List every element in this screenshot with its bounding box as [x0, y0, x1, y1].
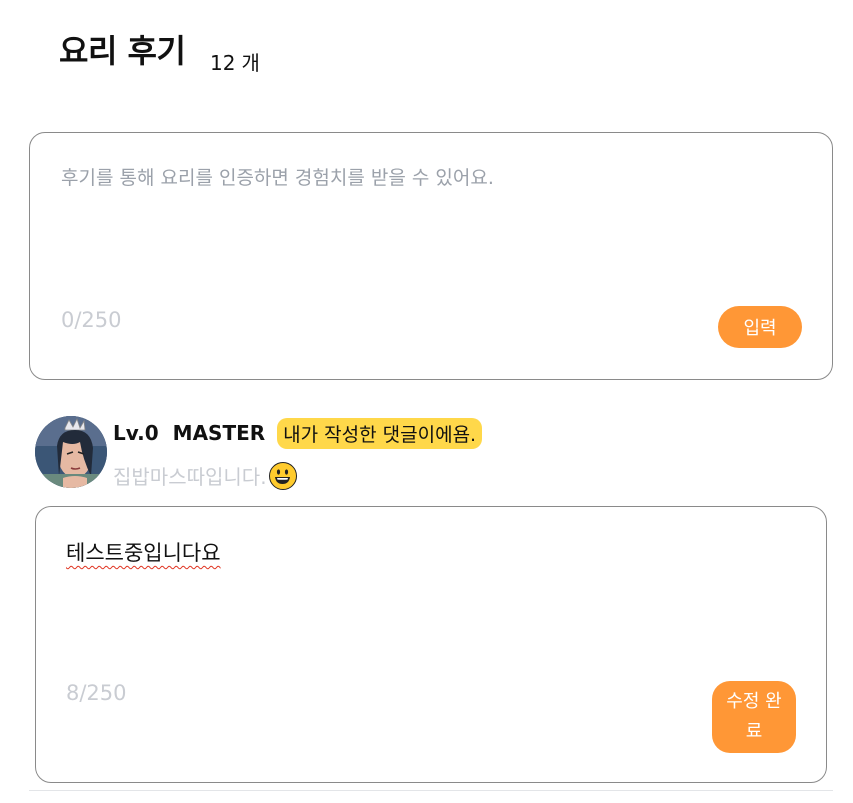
edit-review-text[interactable]: 테스트중입니다요: [66, 537, 221, 567]
my-comment-badge: 내가 작성한 댓글이에욤.: [277, 417, 483, 449]
review-count: 12 개: [210, 47, 260, 76]
edit-review-textarea[interactable]: 테스트중입니다요 8/250 수정 완료: [35, 506, 827, 783]
avatar[interactable]: [35, 416, 107, 488]
user-intro: 집밥마스따입니다.: [113, 461, 297, 490]
avatar-image: [35, 416, 107, 488]
page-title: 요리 후기: [59, 32, 186, 70]
review-count-number: 12: [210, 51, 236, 75]
new-review-char-counter: 0/250: [61, 308, 122, 332]
save-edit-button[interactable]: 수정 완료: [712, 681, 796, 753]
submit-button[interactable]: 입력: [718, 306, 802, 348]
new-review-placeholder: 후기를 통해 요리를 인증하면 경험치를 받을 수 있어요.: [61, 167, 494, 189]
user-intro-text: 집밥마스따입니다.: [113, 465, 267, 489]
user-level: Lv.0: [113, 421, 159, 445]
divider: [29, 790, 833, 791]
review-meta: Lv.0 MASTER 내가 작성한 댓글이에욤.: [113, 416, 483, 450]
new-review-textarea[interactable]: 후기를 통해 요리를 인증하면 경험치를 받을 수 있어요. 0/250 입력: [29, 132, 833, 380]
review-count-unit: 개: [241, 51, 260, 75]
user-nickname: MASTER: [172, 421, 266, 445]
grinning-face-emoji-icon: [268, 461, 297, 490]
edit-review-char-counter: 8/250: [66, 681, 127, 705]
